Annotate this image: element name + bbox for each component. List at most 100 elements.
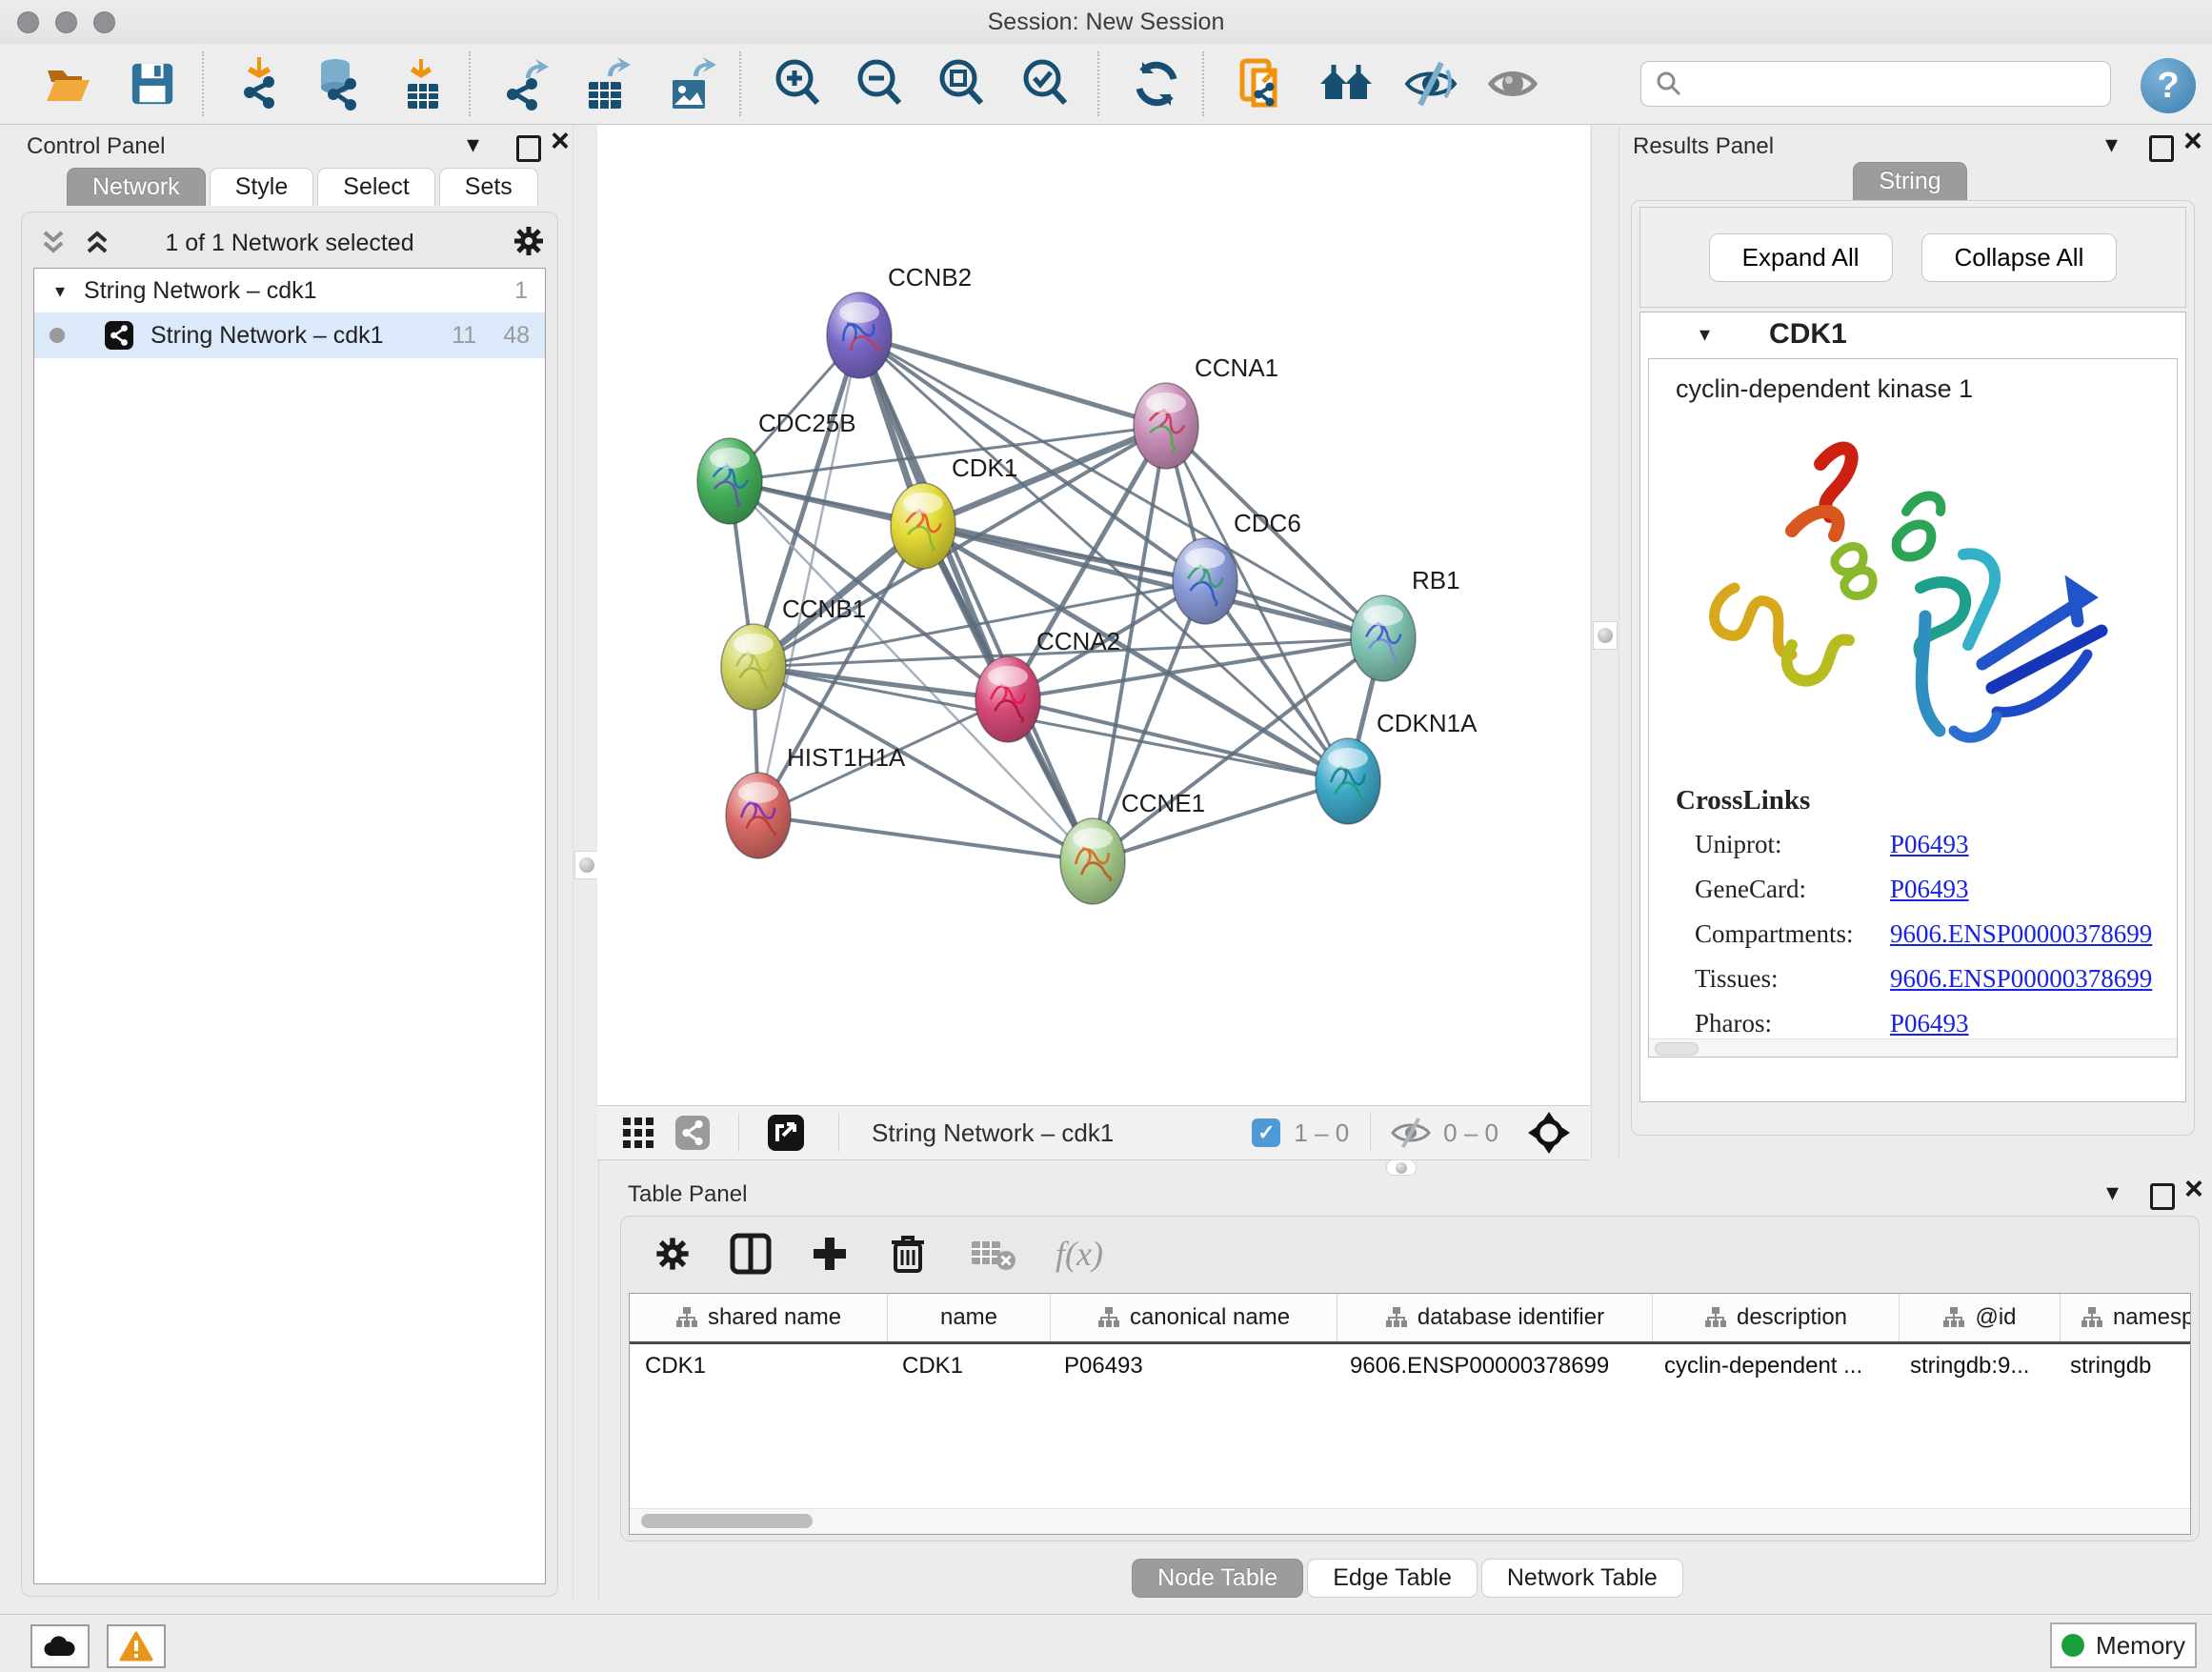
network-node-ccne1[interactable]: CCNE1 [1060, 789, 1205, 904]
panel-close-icon[interactable]: × [2184, 1177, 2203, 1201]
import-table-from-file-button[interactable] [392, 53, 453, 114]
column-header-id[interactable]: @id [1900, 1294, 2061, 1341]
help-button[interactable]: ? [2138, 55, 2199, 116]
panel-float-icon[interactable] [2149, 135, 2174, 162]
string-view-icon[interactable] [675, 1116, 710, 1150]
network-node-hist1h1a[interactable]: HIST1H1A [726, 743, 906, 858]
zoom-selected-button[interactable] [1016, 53, 1076, 114]
table-cell[interactable]: cyclin-dependent ... [1649, 1353, 1895, 1380]
network-edge[interactable] [859, 335, 1093, 861]
column-tree-icon [1097, 1306, 1120, 1329]
hide-graphics-details-button[interactable] [1400, 53, 1461, 114]
hidden-eye-icon[interactable] [1390, 1117, 1432, 1149]
gear-icon[interactable] [512, 224, 546, 258]
zoom-fit-button[interactable] [932, 53, 993, 114]
export-network-button[interactable] [493, 53, 554, 114]
table-cell[interactable]: CDK1 [630, 1353, 887, 1380]
column-header-databaseidentifier[interactable]: database identifier [1337, 1294, 1653, 1341]
tab-network[interactable]: Network [67, 168, 206, 206]
tab-edge-table[interactable]: Edge Table [1307, 1559, 1478, 1598]
column-header-name[interactable]: name [888, 1294, 1051, 1341]
network-node-ccna1[interactable]: CCNA1 [1134, 353, 1278, 469]
network-edge[interactable] [859, 335, 1166, 426]
birdseye-navigator-icon[interactable] [1527, 1111, 1571, 1155]
export-table-button[interactable] [575, 53, 636, 114]
memory-button[interactable]: Memory [2050, 1622, 2197, 1668]
panel-float-icon[interactable] [516, 135, 541, 162]
window-title: Session: New Session [0, 9, 2212, 36]
tab-string[interactable]: String [1853, 162, 1966, 200]
zoom-out-button[interactable] [850, 53, 911, 114]
search-input[interactable] [1691, 70, 2110, 98]
zoom-in-button[interactable] [768, 53, 829, 114]
tab-node-table[interactable]: Node Table [1132, 1559, 1303, 1598]
column-header-description[interactable]: description [1653, 1294, 1900, 1341]
add-column-icon[interactable] [810, 1234, 850, 1274]
detach-view-icon[interactable] [768, 1115, 804, 1151]
table-tabs: Node TableEdge TableNetwork Table [614, 1559, 2204, 1598]
tab-select[interactable]: Select [317, 168, 434, 206]
network-list-container: 1 of 1 Network selected ▾ String Network… [21, 212, 558, 1597]
network-edge[interactable] [758, 816, 1093, 861]
delete-table-icon[interactable] [970, 1236, 1017, 1272]
column-header-sharedname[interactable]: shared name [630, 1294, 888, 1341]
panel-float-icon[interactable] [2150, 1183, 2175, 1210]
open-session-button[interactable] [38, 53, 99, 114]
show-graphics-details-button[interactable] [1482, 53, 1543, 114]
warnings-button[interactable] [107, 1624, 166, 1668]
gene-entry-header[interactable]: ▾ CDK1 [1640, 312, 2185, 356]
horizontal-splitter[interactable] [597, 1158, 1590, 1174]
export-image-button[interactable] [659, 53, 720, 114]
network-node-rb1[interactable]: RB1 [1351, 566, 1460, 681]
save-session-button[interactable] [122, 53, 183, 114]
network-graph[interactable]: CCNB2CCNA1CDC25BCDK1CDC6RB1CCNB1CCNA2CDK… [597, 125, 1590, 1105]
crosslink-value[interactable]: 9606.ENSP00000378699 [1890, 919, 2152, 949]
table-hscrollbar[interactable] [630, 1508, 2190, 1534]
table-cell[interactable]: 9606.ENSP00000378699 [1335, 1353, 1649, 1380]
table-cell[interactable]: P06493 [1049, 1353, 1335, 1380]
panel-menu-icon[interactable]: ▾ [2106, 1179, 2119, 1204]
show-columns-icon[interactable] [730, 1233, 772, 1275]
delete-column-icon[interactable] [888, 1233, 928, 1275]
horizontal-splitter-handle[interactable] [1386, 1159, 1417, 1176]
right-splitter-handle[interactable] [1593, 621, 1618, 650]
expand-all-button[interactable]: Expand All [1709, 233, 1893, 282]
network-collection-row[interactable]: ▾ String Network – cdk1 1 [34, 269, 545, 312]
tab-network-table[interactable]: Network Table [1481, 1559, 1683, 1598]
new-network-from-selection-button[interactable] [1231, 53, 1292, 114]
crosslink-value[interactable]: 9606.ENSP00000378699 [1890, 964, 2152, 994]
import-network-from-database-button[interactable] [307, 53, 368, 114]
tab-sets[interactable]: Sets [439, 168, 538, 206]
import-network-from-file-button[interactable] [227, 53, 288, 114]
function-builder-button[interactable]: f(x) [1056, 1234, 1103, 1274]
search-field[interactable] [1640, 61, 2111, 107]
network-row[interactable]: String Network – cdk1 11 48 [34, 312, 545, 358]
tab-style[interactable]: Style [210, 168, 314, 206]
column-header-canonicalname[interactable]: canonical name [1051, 1294, 1337, 1341]
first-neighbors-button[interactable] [1317, 53, 1377, 114]
crosslink-value[interactable]: P06493 [1890, 830, 1969, 859]
table-gear-icon[interactable] [654, 1235, 692, 1273]
collapse-all-button[interactable]: Collapse All [1921, 233, 2118, 282]
network-canvas[interactable]: CCNB2CCNA1CDC25BCDK1CDC6RB1CCNB1CCNA2CDK… [597, 125, 1590, 1105]
left-splitter-handle[interactable] [574, 851, 599, 879]
crosslink-value[interactable]: P06493 [1890, 875, 1969, 904]
panel-close-icon[interactable]: × [2183, 129, 2202, 153]
table-row[interactable]: CDK1CDK1P064939606.ENSP00000378699cyclin… [630, 1344, 2190, 1388]
results-hscrollbar[interactable] [1649, 1038, 2177, 1057]
cloud-status-button[interactable] [30, 1624, 90, 1668]
panel-close-icon[interactable]: × [551, 129, 570, 153]
grid-mode-icon[interactable] [622, 1117, 654, 1149]
collection-expander-icon[interactable]: ▾ [55, 279, 65, 303]
table-cell[interactable]: CDK1 [887, 1353, 1049, 1380]
table-cell[interactable]: stringdb:9... [1895, 1353, 2055, 1380]
crosslink-value[interactable]: P06493 [1890, 1009, 1969, 1038]
column-header-namespace[interactable]: namespace [2061, 1294, 2191, 1341]
network-node-cdkn1a[interactable]: CDKN1A [1316, 709, 1478, 824]
apply-preferred-layout-button[interactable] [1126, 53, 1187, 114]
table-cell[interactable]: stringdb [2055, 1353, 2191, 1380]
selected-checkbox[interactable]: ✓ [1252, 1118, 1280, 1147]
entry-expander-icon[interactable]: ▾ [1699, 322, 1710, 347]
panel-menu-icon[interactable]: ▾ [2105, 131, 2118, 156]
panel-menu-icon[interactable]: ▾ [467, 131, 479, 156]
